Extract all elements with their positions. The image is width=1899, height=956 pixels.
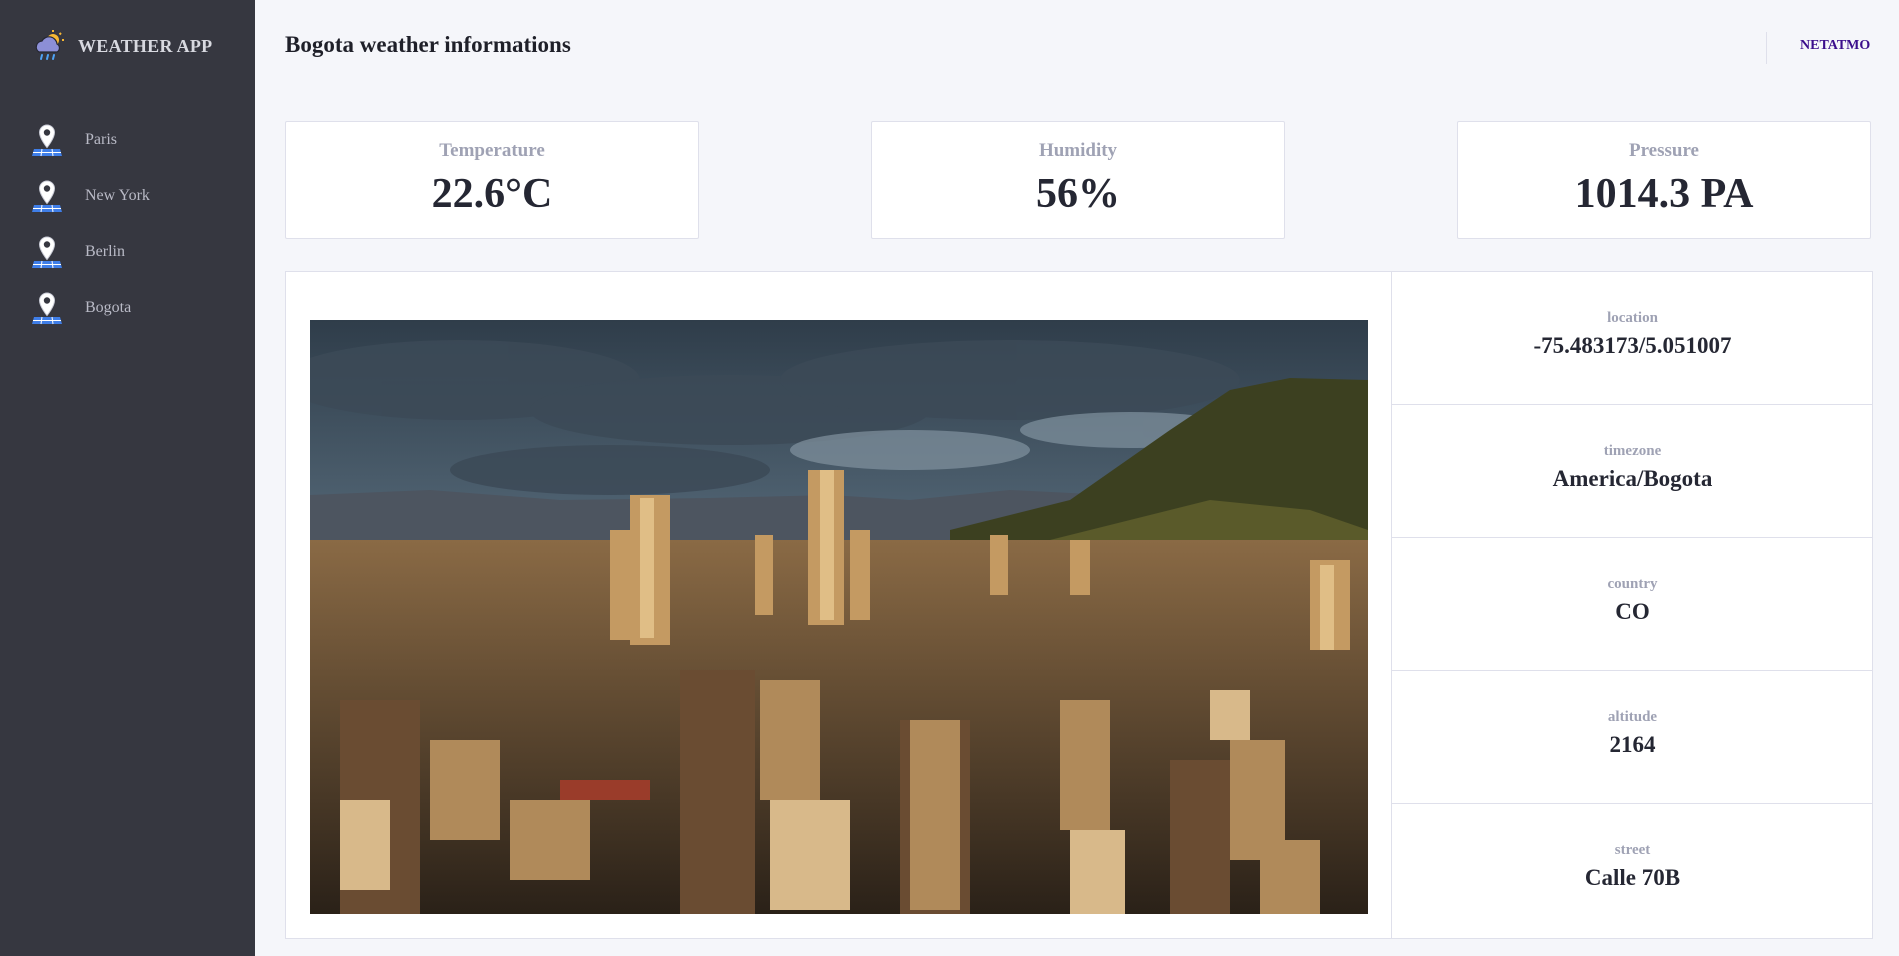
city-skyline-illustration xyxy=(310,320,1368,914)
detail-country: country CO xyxy=(1392,538,1873,671)
detail-timezone: timezone America/Bogota xyxy=(1392,405,1873,538)
netatmo-link[interactable]: NETATMO xyxy=(1800,38,1870,54)
pressure-label: Pressure xyxy=(1628,140,1699,161)
map-pin-icon xyxy=(32,292,62,325)
sidebar-item-label: Berlin xyxy=(85,243,125,260)
app-title: WEATHER APP xyxy=(78,35,213,56)
detail-value: CO xyxy=(1615,599,1650,624)
sidebar-item-bogota[interactable]: Bogota xyxy=(0,280,255,336)
map-pin-icon xyxy=(32,124,62,157)
detail-value: Calle 70B xyxy=(1584,865,1681,890)
temperature-value: 22.6°C xyxy=(431,171,553,217)
sidebar: WEATHER APP Paris New York Berlin Bogota xyxy=(0,0,255,956)
city-details-panel: location -75.483173/5.051007 timezone Am… xyxy=(285,271,1873,939)
header-divider xyxy=(1766,32,1767,64)
detail-value: America/Bogota xyxy=(1552,466,1713,491)
city-photo xyxy=(310,320,1368,914)
sidebar-item-new-york[interactable]: New York xyxy=(0,168,255,224)
detail-altitude: altitude 2164 xyxy=(1392,671,1873,804)
sidebar-item-label: Paris xyxy=(85,131,117,148)
temperature-label: Temperature xyxy=(439,140,545,161)
detail-label: street xyxy=(1614,842,1651,858)
page-title: Bogota weather informations xyxy=(285,32,571,57)
pressure-card: Pressure 1014.3 PA xyxy=(1457,121,1871,239)
sidebar-item-label: New York xyxy=(85,187,150,204)
humidity-value: 56% xyxy=(1036,171,1120,217)
brand[interactable]: WEATHER APP xyxy=(32,26,212,66)
map-pin-icon xyxy=(32,180,62,213)
details-list: location -75.483173/5.051007 timezone Am… xyxy=(1391,272,1873,938)
detail-label: country xyxy=(1607,576,1658,592)
map-pin-icon xyxy=(32,236,62,269)
humidity-card: Humidity 56% xyxy=(871,121,1285,239)
detail-value: 2164 xyxy=(1609,732,1656,757)
humidity-label: Humidity xyxy=(1038,140,1118,161)
pressure-value: 1014.3 PA xyxy=(1574,171,1754,217)
detail-value: -75.483173/5.051007 xyxy=(1533,333,1732,358)
sidebar-item-berlin[interactable]: Berlin xyxy=(0,224,255,280)
detail-label: location xyxy=(1607,310,1658,326)
temperature-card: Temperature 22.6°C xyxy=(285,121,699,239)
detail-street: street Calle 70B xyxy=(1392,804,1873,937)
detail-label: timezone xyxy=(1603,443,1662,459)
detail-label: altitude xyxy=(1607,709,1658,725)
city-nav: Paris New York Berlin Bogota xyxy=(0,112,255,336)
detail-location: location -75.483173/5.051007 xyxy=(1392,272,1873,405)
cloud-sun-rain-icon xyxy=(35,30,64,60)
sidebar-item-label: Bogota xyxy=(85,299,132,316)
sidebar-item-paris[interactable]: Paris xyxy=(0,112,255,168)
